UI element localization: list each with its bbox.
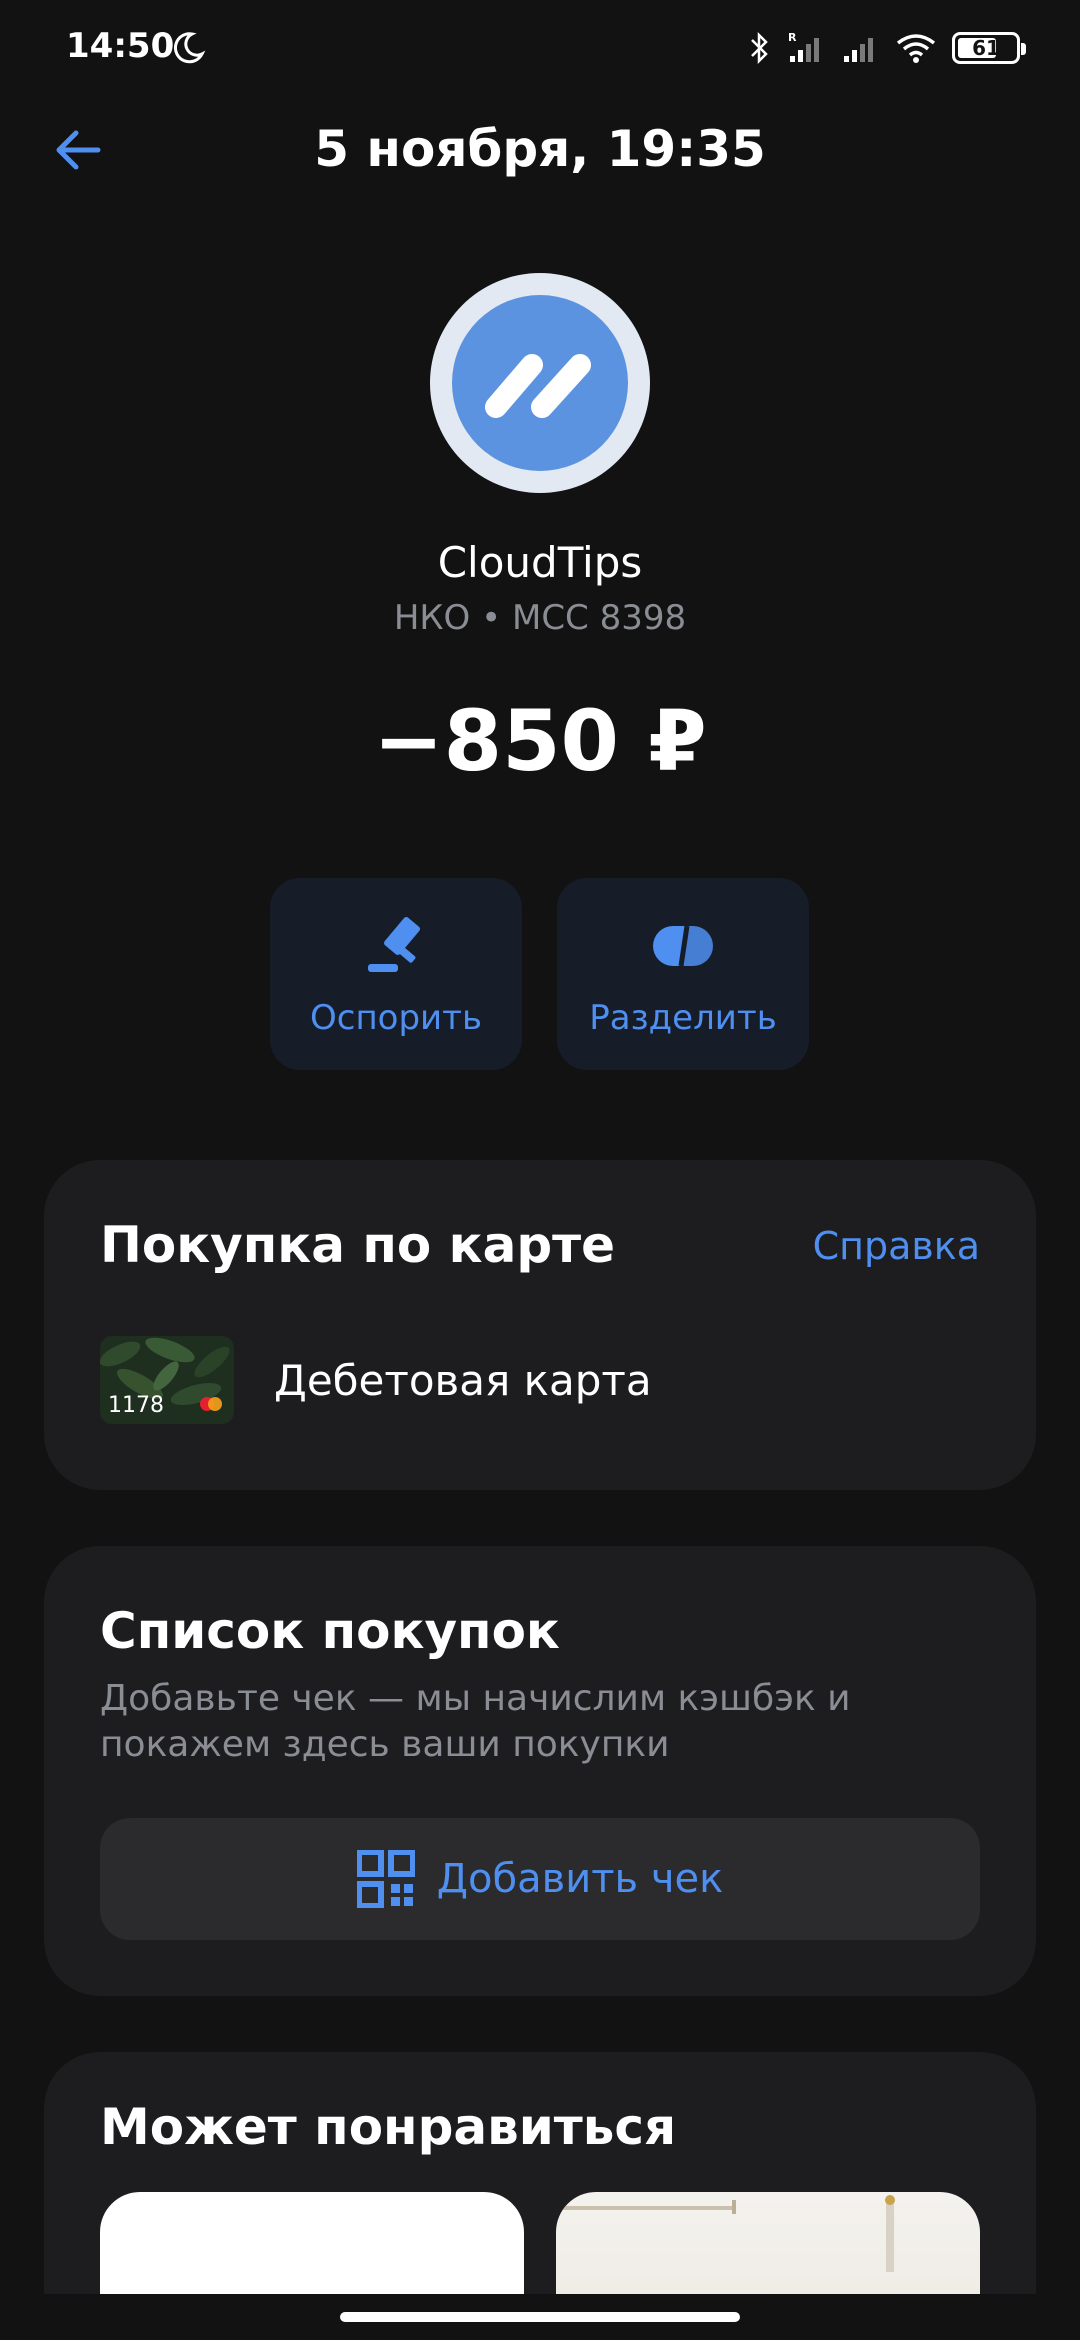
status-time: 14:50 bbox=[66, 26, 175, 66]
help-link[interactable]: Справка bbox=[813, 1224, 980, 1268]
purchase-list-description: Добавьте чек — мы начислим кэшбэк и пока… bbox=[100, 1678, 851, 1765]
card-name[interactable]: Дебетовая карта bbox=[274, 1356, 652, 1405]
status-icons: R 61 bbox=[748, 28, 1026, 68]
svg-text:R: R bbox=[788, 31, 797, 44]
purchase-list-section: Список покупок Добавьте чек — мы начисли… bbox=[44, 1546, 1036, 1996]
battery-icon: 61 bbox=[952, 32, 1026, 64]
bank-card-thumbnail[interactable]: 1178 bbox=[100, 1336, 234, 1424]
dispute-button[interactable]: Оспорить bbox=[270, 878, 522, 1070]
card-number: 1178 bbox=[108, 1393, 164, 1418]
dispute-label: Оспорить bbox=[309, 998, 482, 1038]
merchant-name: CloudTips bbox=[437, 538, 643, 587]
merchant-meta: НКО • MCC 8398 bbox=[393, 598, 687, 638]
purchase-card-title: Покупка по карте bbox=[100, 1216, 616, 1274]
screen: 14:50 R 61 5 ноября, 19:35 CloudTips НКО… bbox=[0, 0, 1080, 2340]
split-label: Разделить bbox=[589, 998, 777, 1038]
qr-code-icon bbox=[356, 1850, 415, 1908]
page-title: 5 ноября, 19:35 bbox=[314, 120, 766, 178]
gavel-icon bbox=[368, 917, 421, 972]
add-receipt-button[interactable]: Добавить чек bbox=[100, 1818, 980, 1940]
mastercard-icon bbox=[200, 1397, 222, 1411]
moon-icon bbox=[173, 32, 206, 64]
wifi-icon bbox=[896, 34, 936, 63]
split-icon bbox=[653, 925, 713, 967]
split-button[interactable]: Разделить bbox=[557, 878, 809, 1070]
signal-icon bbox=[844, 38, 873, 62]
home-indicator[interactable] bbox=[340, 2312, 740, 2322]
signal-icon: R bbox=[788, 31, 819, 62]
add-receipt-label: Добавить чек bbox=[436, 1856, 724, 1902]
bluetooth-icon bbox=[751, 31, 768, 65]
purchase-card-section: Покупка по карте Справка 1178 Дебетовая … bbox=[44, 1160, 1036, 1490]
cloudtips-logo bbox=[430, 273, 650, 493]
purchase-list-title: Список покупок bbox=[100, 1602, 560, 1660]
transaction-amount: −850 ₽ bbox=[373, 692, 707, 790]
recommendations-title: Может понравиться bbox=[100, 2098, 677, 2156]
battery-level: 61 bbox=[972, 36, 1000, 60]
status-bar: 14:50 R 61 bbox=[0, 0, 1080, 96]
